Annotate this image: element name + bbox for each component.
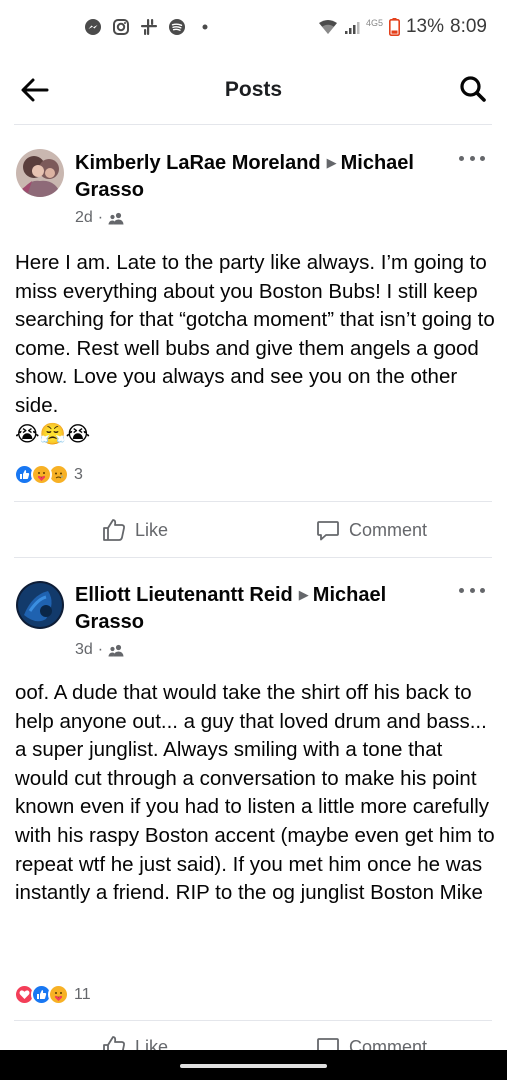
- author-name[interactable]: Elliott Lieutenantt Reid: [75, 584, 293, 606]
- care-reaction-icon: [31, 464, 52, 485]
- meta-separator: ·: [97, 209, 104, 226]
- reactions-divider: [14, 1020, 492, 1021]
- like-button[interactable]: Like: [102, 518, 168, 542]
- system-nav-bar: [0, 1050, 507, 1080]
- messenger-icon: [85, 19, 101, 35]
- post-timestamp[interactable]: 3d: [75, 641, 93, 659]
- search-button[interactable]: [459, 75, 487, 103]
- more-dots-icon: [459, 155, 464, 161]
- dot-icon: [202, 24, 208, 30]
- post-meta: 3d ·: [75, 641, 124, 659]
- spotify-icon: [169, 19, 185, 35]
- author-name[interactable]: Kimberly LaRae Moreland: [75, 152, 321, 174]
- avatar[interactable]: [16, 581, 64, 629]
- shared-to-arrow-icon: ▶: [326, 155, 337, 170]
- shared-to-arrow-icon: ▶: [298, 587, 309, 602]
- status-bar: 4G5 13% 8:09: [0, 0, 507, 58]
- care-reaction-icon: [48, 984, 69, 1005]
- post-author-line: Elliott Lieutenantt Reid ▶ Michael Grasso: [75, 581, 455, 636]
- post-divider: [14, 557, 492, 558]
- more-dots-icon: [459, 587, 464, 593]
- network-type: 4G5: [365, 18, 383, 28]
- reaction-count: 11: [74, 985, 91, 1003]
- search-icon: [460, 76, 486, 102]
- post-body: Here I am. Late to the party like always…: [15, 251, 495, 417]
- home-gesture-handle[interactable]: [180, 1064, 327, 1068]
- like-icon: [103, 519, 125, 541]
- reaction-summary[interactable]: 3: [14, 464, 83, 485]
- more-options-button[interactable]: [459, 583, 485, 597]
- like-label: Like: [135, 519, 169, 540]
- more-options-button[interactable]: [459, 151, 485, 165]
- clock: 8:09: [450, 16, 487, 37]
- friends-audience-icon: [108, 212, 124, 224]
- wifi-icon: [318, 20, 337, 34]
- post-text: Here I am. Late to the party like always…: [15, 249, 495, 449]
- reaction-count: 3: [74, 465, 83, 483]
- post-emojis: 😭😤😭: [15, 422, 91, 446]
- post-text: oof. A dude that would take the shirt of…: [15, 679, 495, 908]
- slack-icon: [141, 19, 157, 35]
- signal-icon: [344, 22, 360, 34]
- comment-label: Comment: [349, 519, 428, 540]
- avatar[interactable]: [16, 149, 64, 197]
- status-bar-notification-icons: [84, 18, 214, 36]
- header-divider: [14, 124, 492, 125]
- instagram-icon: [113, 19, 129, 35]
- battery-icon: [388, 18, 400, 36]
- page-title: Posts: [224, 78, 283, 101]
- post-author-line: Kimberly LaRae Moreland ▶ Michael Grasso: [75, 149, 455, 204]
- meta-separator: ·: [97, 641, 104, 658]
- comment-button[interactable]: Comment: [316, 518, 427, 542]
- post-body: oof. A dude that would take the shirt of…: [15, 681, 495, 905]
- post-meta: 2d ·: [75, 209, 124, 227]
- battery-percent: 13%: [405, 16, 445, 37]
- reactions-divider: [14, 501, 492, 502]
- friends-audience-icon: [108, 644, 124, 656]
- app-bar: Posts: [0, 58, 507, 124]
- comment-icon: [317, 521, 339, 541]
- status-bar-system: 4G5 13% 8:09: [318, 16, 487, 38]
- reaction-summary[interactable]: 11: [14, 984, 91, 1005]
- post-timestamp[interactable]: 2d: [75, 209, 93, 227]
